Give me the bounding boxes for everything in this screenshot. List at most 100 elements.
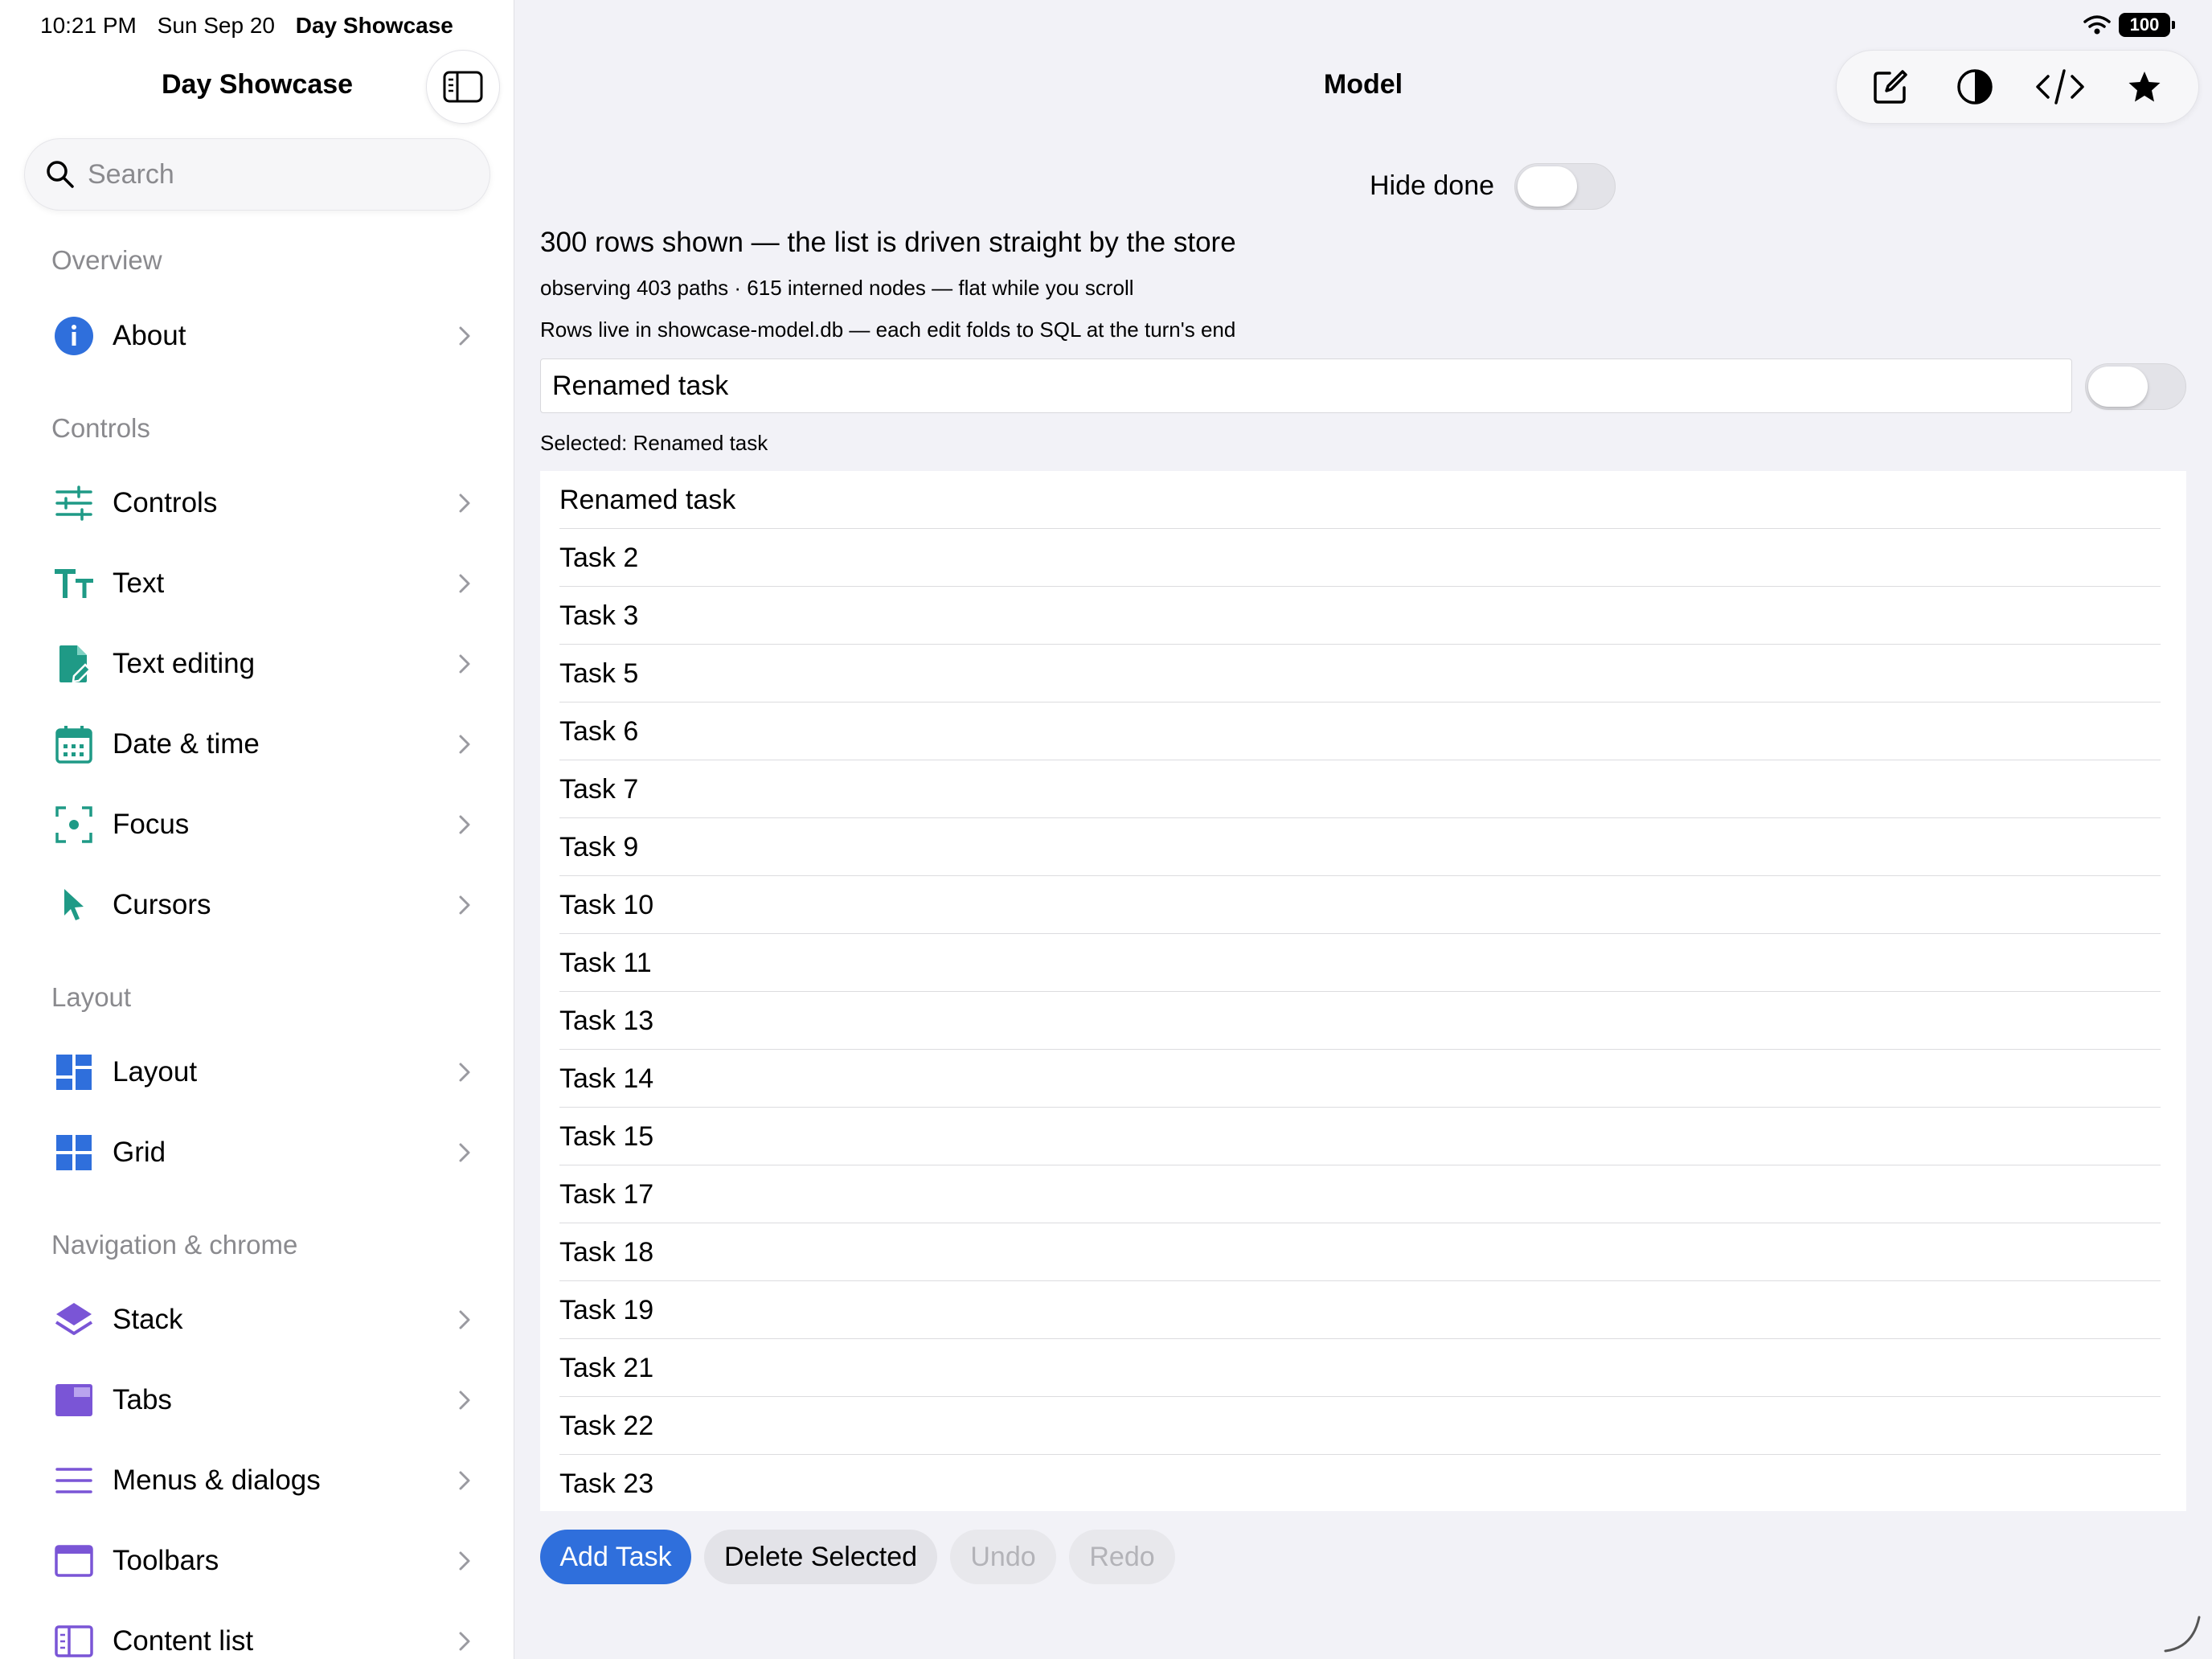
code-icon [2036,69,2084,104]
sidebar-item-toolbars[interactable]: Toolbars [24,1522,490,1600]
section-header-overview: Overview [51,245,162,275]
grid-icon [56,1135,92,1170]
task-row[interactable]: Task 10 [540,876,2186,934]
chevron-right-icon [459,895,470,915]
chevron-right-icon [459,815,470,834]
task-row-label: Task 15 [559,1120,654,1152]
sidebar-item-layout[interactable]: Layout [24,1034,490,1111]
sliders-icon [55,485,92,521]
status-date: Sun Sep 20 [157,13,275,38]
sidebar-item-label: Cursors [113,889,211,920]
sidebar-item-text-editing[interactable]: Text editing [24,625,490,703]
task-row-label: Task 22 [559,1410,654,1441]
task-row[interactable]: Task 18 [540,1223,2186,1281]
task-row[interactable]: Task 19 [540,1281,2186,1339]
status-app-name: Day Showcase [295,13,453,38]
task-row[interactable]: Task 17 [540,1165,2186,1223]
chevron-right-icon [459,494,470,513]
task-row-label: Task 23 [559,1468,654,1499]
sidebar-item-content-list[interactable]: Content list [24,1603,490,1659]
sidebar-item-label: Controls [113,487,218,518]
resize-handle-icon[interactable] [2162,1614,2202,1654]
task-row-label: Task 11 [559,947,652,978]
section-header-controls: Controls [51,413,150,443]
task-row-label: Task 9 [559,831,639,862]
task-row[interactable]: Task 9 [540,818,2186,876]
task-row[interactable]: Task 21 [540,1339,2186,1397]
task-row[interactable]: Task 13 [540,992,2186,1050]
sidebar-item-label: Menus & dialogs [113,1464,321,1496]
sidebar-toggle-button[interactable] [426,50,500,124]
task-row-label: Task 18 [559,1236,654,1268]
sidebar-item-tabs[interactable]: Tabs [24,1362,490,1439]
star-icon [2128,72,2161,102]
sidebar-item-controls[interactable]: Controls [24,465,490,542]
task-row[interactable]: Task 14 [540,1050,2186,1108]
sidebar-item-focus[interactable]: Focus [24,786,490,863]
sidebar-item-label: Content list [113,1625,254,1657]
code-button[interactable] [2028,55,2092,119]
task-row[interactable]: Task 3 [540,587,2186,645]
switch-knob [2088,367,2148,407]
search-input[interactable] [88,158,473,190]
task-row-label: Task 13 [559,1005,654,1036]
switch-knob [1518,166,1577,207]
sidebar-item-grid[interactable]: Grid [24,1114,490,1191]
task-row[interactable]: Task 15 [540,1108,2186,1165]
task-row[interactable]: Renamed task [540,471,2186,529]
sidebar-item-date-time[interactable]: Date & time [24,706,490,783]
task-list[interactable]: Renamed task Task 2 Task 3 Task 5 Task 6 Task… [540,471,2186,1511]
task-row-label: Task 7 [559,773,639,805]
undo-button[interactable]: Undo [950,1530,1056,1584]
task-row-label: Task 21 [559,1352,654,1383]
appearance-button[interactable] [1943,55,2007,119]
chevron-right-icon [459,1143,470,1162]
toolbar-icon [55,1545,93,1577]
redo-button[interactable]: Redo [1069,1530,1175,1584]
hide-done-switch[interactable] [1514,163,1616,210]
database-info-text: Rows live in showcase-model.db — each ed… [540,317,1236,342]
delete-selected-button[interactable]: Delete Selected [704,1530,937,1584]
task-row[interactable]: Task 23 [540,1455,2186,1511]
sidebar-item-menus-dialogs[interactable]: Menus & dialogs [24,1442,490,1519]
sidebar-toggle-icon [443,71,483,103]
sidebar-item-text[interactable]: Text [24,545,490,622]
compose-button[interactable] [1858,55,1923,119]
sidebar-item-label: Text [113,567,165,599]
add-task-button[interactable]: Add Task [540,1530,691,1584]
favorite-button[interactable] [2112,55,2177,119]
task-row[interactable]: Task 11 [540,934,2186,992]
compose-icon [1874,70,1907,104]
sidebar-item-stack[interactable]: Stack [24,1281,490,1358]
sidebar-item-cursors[interactable]: Cursors [24,866,490,944]
status-bar-right: 100 [2083,13,2175,37]
task-row-label: Task 3 [559,600,639,631]
info-icon [55,317,93,355]
battery-indicator: 100 [2119,13,2175,37]
sidebar-item-label: Layout [113,1056,198,1088]
task-row-label: Renamed task [559,484,736,515]
task-row-label: Task 5 [559,657,639,689]
task-done-switch[interactable] [2085,363,2186,410]
task-row[interactable]: Task 6 [540,703,2186,760]
content-list-icon [55,1625,93,1657]
wifi-icon [2083,15,2111,35]
task-row-label: Task 10 [559,889,654,920]
chevron-right-icon [459,1310,470,1329]
task-row[interactable]: Task 5 [540,645,2186,703]
task-row[interactable]: Task 7 [540,760,2186,818]
task-row[interactable]: Task 22 [540,1397,2186,1455]
task-row-label: Task 14 [559,1063,654,1094]
sidebar-item-label: Toolbars [113,1545,219,1576]
task-row-label: Task 19 [559,1294,654,1325]
main-content: 100 Model Hide done 300 rows shown — the… [514,0,2212,1659]
text-size-icon [55,569,93,598]
sidebar-item-about[interactable]: About [24,297,490,375]
chevron-right-icon [459,735,470,754]
task-title-field[interactable] [540,358,2072,413]
sidebar-item-label: Focus [113,809,190,840]
task-row[interactable]: Task 2 [540,529,2186,587]
chevron-right-icon [459,654,470,674]
hide-done-label: Hide done [1370,170,1495,201]
search-icon [47,161,74,188]
